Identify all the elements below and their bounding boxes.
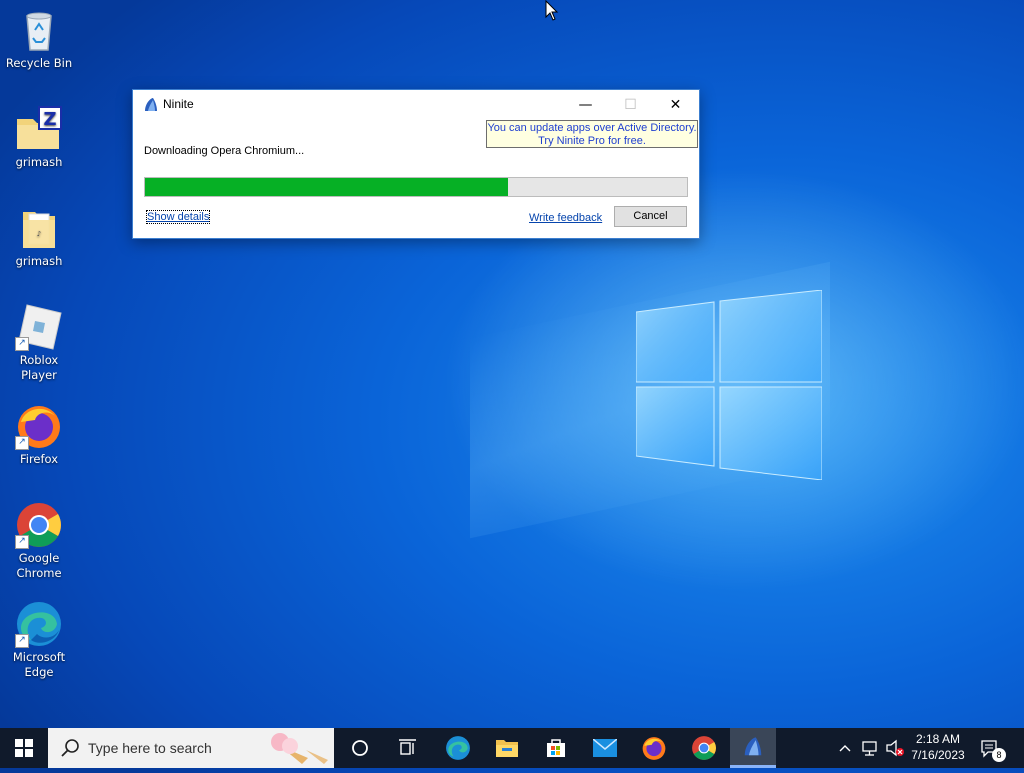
cancel-button[interactable]: Cancel [614,206,687,227]
progress-fill [145,178,509,196]
show-details-link[interactable]: Show details [145,210,211,224]
desktop-icon-label: Roblox Player [19,353,59,382]
task-view-button[interactable] [384,728,432,768]
volume-muted-icon [886,739,904,757]
chrome-icon [692,736,716,760]
taskbar-mail[interactable] [581,728,629,768]
minimize-button[interactable]: — [563,90,608,120]
desktop-icon-label: Microsoft Edge [12,650,66,679]
archive-folder-icon: Z [17,106,62,149]
mouse-cursor-icon [545,0,559,21]
shortcut-arrow-icon: ↗ [15,535,29,549]
ninite-icon [744,737,762,756]
firefox-icon [642,737,666,760]
close-button[interactable]: ✕ [653,90,698,120]
clock-time: 2:18 AM [915,732,961,746]
cortana-button[interactable] [336,728,384,768]
taskbar-chrome[interactable] [680,728,728,768]
taskbar-edge[interactable] [434,728,482,768]
file-explorer-icon [496,740,518,757]
windows-start-icon [15,739,33,757]
desktop-icon-firefox[interactable]: ↗ Firefox [2,402,76,467]
volume-tray-button[interactable] [884,728,906,768]
desktop-icon-grimash-folder[interactable]: ♪ grimash [2,204,76,269]
taskbar-search-box[interactable]: Type here to search [48,728,334,768]
search-icon [61,739,79,757]
desktop-icon-microsoft-edge[interactable]: ↗ Microsoft Edge [2,600,76,680]
action-center-button[interactable] [978,728,1008,768]
show-hidden-icons-button[interactable] [838,728,856,768]
taskbar-microsoft-store[interactable] [532,728,580,768]
edge-icon [446,736,470,760]
cortana-icon [352,740,368,756]
desktop-icon-label: Google Chrome [16,551,62,580]
windows-wallpaper-logo [636,290,822,480]
taskbar: Type here to search 2:18 AM 7/16/2023 [0,728,1024,768]
shortcut-arrow-icon: ↗ [15,634,29,648]
clock-date: 7/16/2023 [911,748,965,762]
ninite-window-title: Ninite [163,97,194,111]
shortcut-arrow-icon: ↗ [15,436,29,450]
desktop-icon-label: Firefox [19,452,59,466]
ad-line-2: Try Ninite Pro for free. [538,135,646,147]
download-status-text: Downloading Opera Chromium... [144,145,305,157]
taskbar-file-explorer[interactable] [483,728,531,768]
ice-cream-search-highlight-icon [271,733,328,764]
maximize-button[interactable]: ☐ [608,90,653,120]
ninite-pro-ad[interactable]: You can update apps over Active Director… [486,120,698,148]
ad-line-1: You can update apps over Active Director… [487,122,697,134]
search-placeholder: Type here to search [88,740,212,756]
desktop-icon-google-chrome[interactable]: ↗ Google Chrome [2,501,76,581]
network-tray-button[interactable] [860,728,882,768]
start-button[interactable] [0,728,48,768]
ninite-icon [145,98,157,111]
recycle-bin-icon [26,12,52,51]
write-feedback-link[interactable]: Write feedback [529,212,602,224]
taskbar-clock[interactable]: 2:18 AM 7/16/2023 [906,731,970,763]
desktop-icon-grimash-archive[interactable]: Z grimash [2,105,76,170]
notification-count-badge: 8 [992,748,1006,762]
desktop-icon-label: Recycle Bin [5,56,73,70]
taskbar-firefox[interactable] [630,728,678,768]
desktop-icon-recycle-bin[interactable]: Recycle Bin [2,6,76,71]
chevron-up-icon [839,745,851,752]
svg-text:Z: Z [43,109,56,130]
download-progress-bar [144,177,688,197]
ninite-titlebar[interactable]: Ninite — ☐ ✕ [133,90,699,120]
svg-text:♪: ♪ [37,230,41,238]
shortcut-arrow-icon: ↗ [15,337,29,351]
mail-icon [593,739,617,757]
microsoft-store-icon [547,739,565,757]
task-view-icon [399,739,416,755]
network-icon [862,741,877,756]
ninite-window: Ninite — ☐ ✕ You can update apps over Ac… [132,89,700,239]
desktop-icon-label: grimash [15,254,63,268]
folder-icon: ♪ [23,212,55,248]
desktop-icon-roblox[interactable]: ↗ Roblox Player [2,303,76,383]
taskbar-ninite-active[interactable] [730,728,776,768]
desktop-icon-label: grimash [15,155,63,169]
